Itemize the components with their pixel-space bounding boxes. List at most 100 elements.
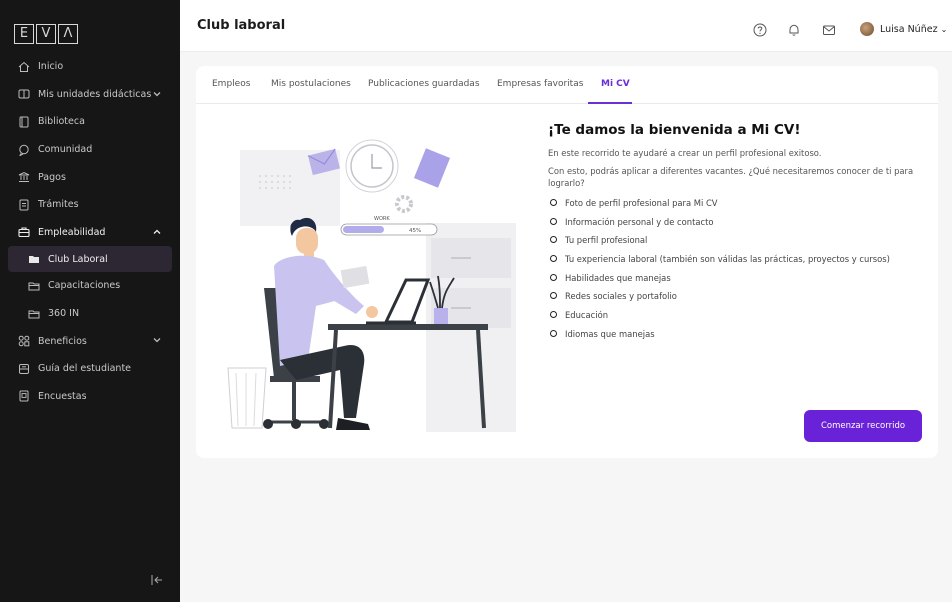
sidebar-item-mis-unidades[interactable]: Mis unidades didácticas <box>0 81 180 109</box>
bank-icon <box>18 171 30 183</box>
start-tour-button[interactable]: Comenzar recorrido <box>804 410 922 442</box>
list-item: Tu experiencia laboral (también son váli… <box>548 254 928 273</box>
bullet-icon <box>550 217 557 225</box>
clock-icon <box>345 139 399 193</box>
sidebar-item-biblioteca[interactable]: Biblioteca <box>0 108 180 136</box>
book-icon <box>18 116 30 128</box>
list-item-label: Tu experiencia laboral (también son váli… <box>565 254 890 265</box>
tab-bar: Empleos Mis postulaciones Publicaciones … <box>196 66 938 104</box>
sidebar-item-label: Trámites <box>38 199 79 211</box>
bullet-icon <box>550 199 557 206</box>
sidebar-item-guia[interactable]: Guía del estudiante <box>0 355 180 383</box>
logo-letter: E <box>14 24 34 44</box>
intro-text: En este recorrido te ayudaré a crear un … <box>548 148 822 158</box>
cv-steps-list: Foto de perfil profesional para Mi CV In… <box>548 198 928 348</box>
collapse-sidebar-icon[interactable] <box>150 574 164 586</box>
list-item-label: Foto de perfil profesional para Mi CV <box>565 198 718 208</box>
folder-outline-icon <box>28 280 40 292</box>
list-item-label: Idiomas que manejas <box>565 328 655 339</box>
chevron-down-icon: ⌄ <box>940 25 948 34</box>
list-item: Redes sociales y portafolio <box>548 291 928 310</box>
top-header: Club laboral Luisa Núñez ⌄ <box>180 0 952 52</box>
sidebar-nav: Inicio Mis unidades didácticas Bibliotec… <box>0 53 180 410</box>
sidebar: E V Λ Inicio Mis unidades didácticas Bib… <box>0 0 180 602</box>
bullet-icon <box>550 255 557 263</box>
sidebar-item-label: Empleabilidad <box>38 226 106 238</box>
sidebar-item-label: Inicio <box>38 61 64 73</box>
chevron-up-icon[interactable] <box>152 227 162 237</box>
user-name: Luisa Núñez <box>880 24 938 35</box>
bullet-icon <box>550 273 557 281</box>
progress-fill <box>343 226 384 233</box>
sidebar-item-label: Club Laboral <box>48 253 108 265</box>
sidebar-item-label: Biblioteca <box>38 116 85 128</box>
list-item: Idiomas que manejas <box>548 329 928 348</box>
bullet-icon <box>550 292 557 300</box>
sidebar-item-inicio[interactable]: Inicio <box>0 53 180 81</box>
logo-letter: V <box>36 24 56 44</box>
tab-empresas-favoritas[interactable]: Empresas favoritas <box>497 79 583 89</box>
list-item: Educación <box>548 310 928 329</box>
tab-empleos[interactable]: Empleos <box>212 79 250 89</box>
sidebar-item-capacitaciones[interactable]: Capacitaciones <box>0 272 180 300</box>
sidebar-item-beneficios[interactable]: Beneficios <box>0 327 180 355</box>
page-title: Club laboral <box>197 18 286 33</box>
sidebar-item-label: Mis unidades didácticas <box>38 88 152 100</box>
chevron-down-icon[interactable] <box>152 335 162 345</box>
tab-mi-cv[interactable]: Mi CV <box>601 79 630 89</box>
tab-publicaciones-guardadas[interactable]: Publicaciones guardadas <box>368 79 480 89</box>
sidebar-item-label: 360 IN <box>48 308 80 320</box>
list-item-label: Redes sociales y portafolio <box>565 291 677 302</box>
sidebar-item-comunidad[interactable]: Comunidad <box>0 136 180 164</box>
mail-icon[interactable] <box>822 23 836 37</box>
briefcase-icon <box>18 226 30 238</box>
list-item: Información personal y de contacto <box>548 217 928 236</box>
sidebar-item-label: Capacitaciones <box>48 280 121 292</box>
sidebar-item-empleabilidad[interactable]: Empleabilidad <box>0 219 180 247</box>
list-item-label: Habilidades que manejas <box>565 272 671 283</box>
sidebar-item-label: Beneficios <box>38 335 87 347</box>
grid-icon <box>18 335 30 347</box>
chat-icon <box>18 144 30 156</box>
mi-cv-card: Empleos Mis postulaciones Publicaciones … <box>196 66 938 458</box>
sidebar-item-tramites[interactable]: Trámites <box>0 191 180 219</box>
chevron-down-icon[interactable] <box>152 89 162 99</box>
book-open-icon <box>18 88 30 100</box>
folder-outline-icon <box>28 308 40 320</box>
folder-icon <box>28 253 40 265</box>
sidebar-item-label: Guía del estudiante <box>38 363 132 375</box>
sidebar-item-club-laboral[interactable]: Club Laboral <box>8 246 172 273</box>
sidebar-item-label: Pagos <box>38 171 66 183</box>
bullet-icon <box>550 311 557 319</box>
progress-label: 45% <box>409 228 421 234</box>
avatar[interactable] <box>860 22 874 36</box>
list-item: Tu perfil profesional <box>548 235 928 254</box>
sidebar-item-pagos[interactable]: Pagos <box>0 163 180 191</box>
sidebar-item-label: Encuestas <box>38 390 87 402</box>
sidebar-item-label: Comunidad <box>38 144 93 156</box>
eva-logo[interactable]: E V Λ <box>14 24 78 44</box>
guide-icon <box>18 363 30 375</box>
bell-icon[interactable] <box>787 23 801 37</box>
document-icon <box>18 199 30 211</box>
list-item-label: Educación <box>565 310 609 321</box>
home-icon <box>18 61 30 73</box>
logo-letter: Λ <box>58 24 78 44</box>
list-item: Foto de perfil profesional para Mi CV <box>548 198 928 217</box>
survey-icon <box>18 390 30 402</box>
bullet-icon <box>550 236 557 244</box>
work-label: WORK <box>374 216 390 222</box>
list-item: Habilidades que manejas <box>548 273 928 292</box>
user-menu[interactable]: Luisa Núñez ⌄ <box>880 24 947 35</box>
active-tab-indicator <box>588 102 632 104</box>
sidebar-item-360-in[interactable]: 360 IN <box>0 300 180 328</box>
list-item-label: Información personal y de contacto <box>565 216 714 227</box>
bullet-icon <box>550 329 557 337</box>
sidebar-item-encuestas[interactable]: Encuestas <box>0 383 180 411</box>
welcome-illustration: WORK 45% <box>227 139 516 432</box>
help-icon[interactable] <box>753 23 767 37</box>
tab-mis-postulaciones[interactable]: Mis postulaciones <box>271 79 351 89</box>
intro-text: Con esto, podrás aplicar a diferentes va… <box>548 166 914 188</box>
list-item-label: Tu perfil profesional <box>565 235 648 246</box>
welcome-title: ¡Te damos la bienvenida a Mi CV! <box>548 122 801 138</box>
